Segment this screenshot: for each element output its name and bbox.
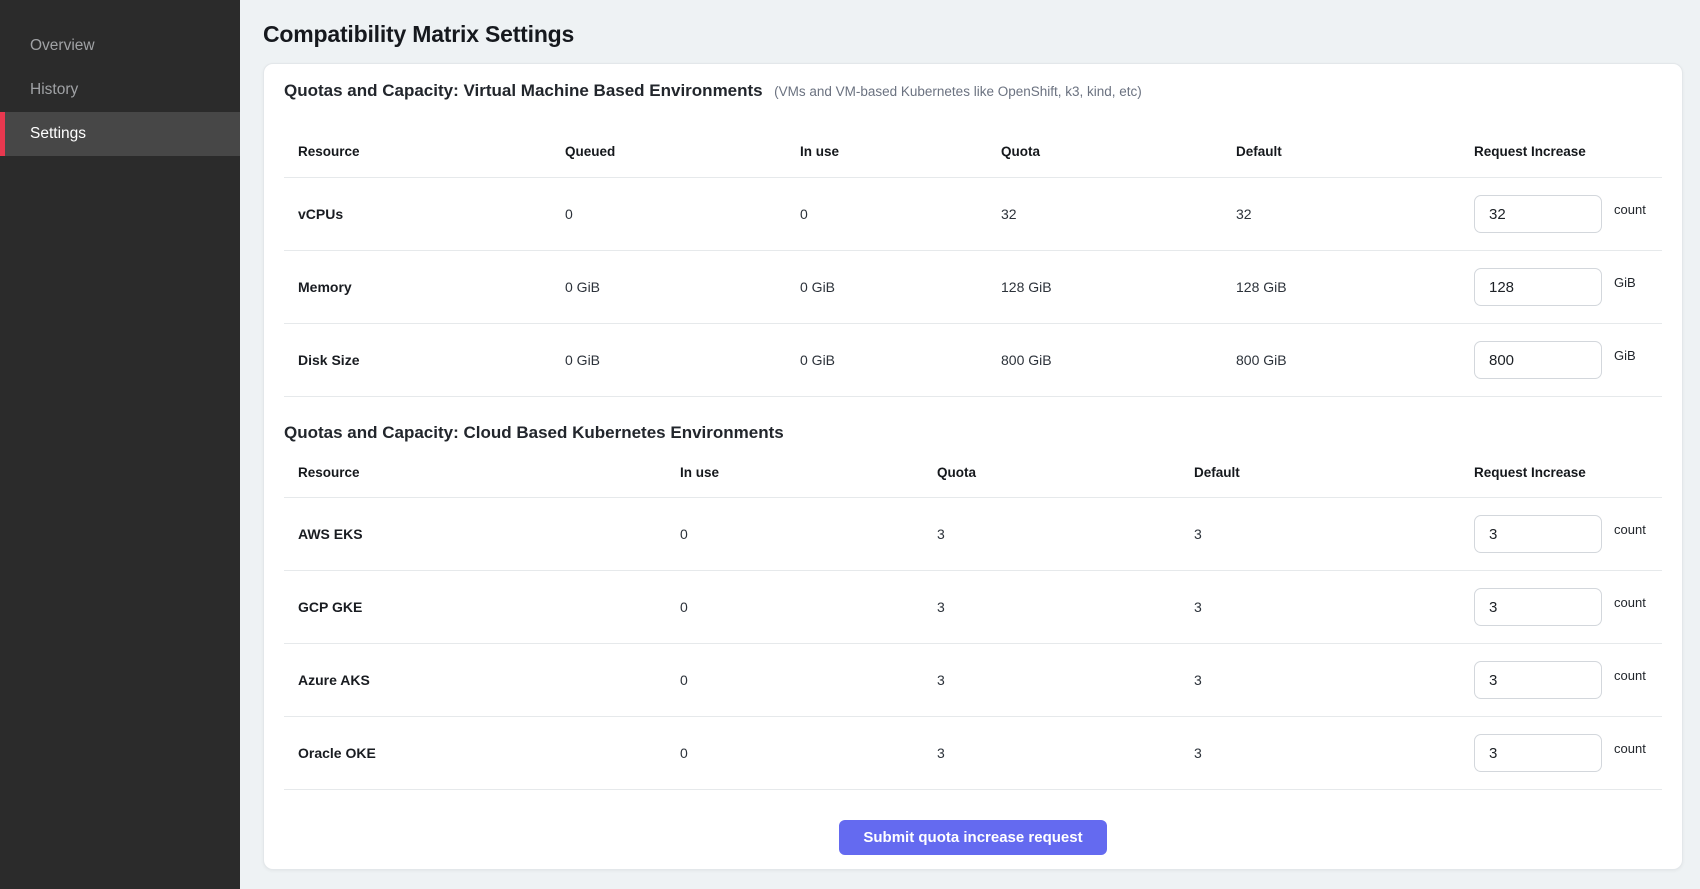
sidebar-item-settings[interactable]: Settings bbox=[0, 112, 240, 156]
cell-quota: 128 GiB bbox=[1001, 279, 1236, 295]
unit-label: count bbox=[1614, 522, 1646, 537]
cell-default: 3 bbox=[1194, 745, 1474, 761]
cell-quota: 3 bbox=[937, 599, 1194, 615]
cell-in-use: 0 GiB bbox=[800, 279, 1001, 295]
unit-label: count bbox=[1614, 668, 1646, 683]
unit-label: count bbox=[1614, 741, 1646, 756]
resource-name: Disk Size bbox=[298, 352, 565, 368]
vm-header-quota: Quota bbox=[1001, 143, 1236, 160]
table-row: Disk Size 0 GiB 0 GiB 800 GiB 800 GiB Gi… bbox=[284, 324, 1662, 397]
cell-queued: 0 GiB bbox=[565, 279, 800, 295]
submit-quota-increase-button[interactable]: Submit quota increase request bbox=[839, 820, 1106, 855]
vm-header-queued: Queued bbox=[565, 143, 800, 160]
cell-in-use: 0 bbox=[680, 526, 937, 542]
resource-name: AWS EKS bbox=[298, 526, 680, 542]
unit-label: GiB bbox=[1614, 275, 1636, 290]
sidebar: Overview History Settings bbox=[0, 0, 240, 889]
vm-section-heading: Quotas and Capacity: Virtual Machine Bas… bbox=[284, 64, 1662, 103]
cell-default: 3 bbox=[1194, 672, 1474, 688]
table-row: GCP GKE 0 3 3 count bbox=[284, 571, 1662, 644]
cell-default: 800 GiB bbox=[1236, 352, 1474, 368]
cell-quota: 3 bbox=[937, 672, 1194, 688]
page-title: Compatibility Matrix Settings bbox=[263, 20, 1683, 48]
resource-name: GCP GKE bbox=[298, 599, 680, 615]
cell-default: 3 bbox=[1194, 599, 1474, 615]
main-content: Compatibility Matrix Settings Quotas and… bbox=[240, 0, 1700, 889]
resource-name: Oracle OKE bbox=[298, 745, 680, 761]
request-increase-cell: count bbox=[1474, 588, 1662, 626]
sidebar-item-overview-label: Overview bbox=[30, 37, 95, 55]
unit-label: count bbox=[1614, 202, 1646, 217]
disk-size-request-input[interactable] bbox=[1474, 341, 1602, 379]
vm-table-header: Resource Queued In use Quota Default Req… bbox=[284, 143, 1662, 178]
sidebar-item-history-label: History bbox=[30, 81, 78, 99]
resource-name: vCPUs bbox=[298, 206, 565, 222]
cell-quota: 3 bbox=[937, 526, 1194, 542]
sidebar-item-overview[interactable]: Overview bbox=[0, 24, 240, 68]
cell-queued: 0 GiB bbox=[565, 352, 800, 368]
resource-name: Azure AKS bbox=[298, 672, 680, 688]
cell-default: 128 GiB bbox=[1236, 279, 1474, 295]
request-increase-cell: count bbox=[1474, 515, 1662, 553]
vm-header-resource: Resource bbox=[298, 143, 565, 160]
sidebar-item-history[interactable]: History bbox=[0, 68, 240, 112]
cell-in-use: 0 bbox=[800, 206, 1001, 222]
request-increase-cell: count bbox=[1474, 734, 1662, 772]
vm-section-subtitle: (VMs and VM-based Kubernetes like OpenSh… bbox=[774, 84, 1142, 99]
k8s-table-header: Resource In use Quota Default Request In… bbox=[284, 464, 1662, 498]
request-increase-cell: count bbox=[1474, 195, 1662, 233]
cell-in-use: 0 bbox=[680, 599, 937, 615]
k8s-section-heading: Quotas and Capacity: Cloud Based Kuberne… bbox=[284, 397, 1662, 445]
k8s-header-default: Default bbox=[1194, 464, 1474, 481]
table-row: AWS EKS 0 3 3 count bbox=[284, 498, 1662, 571]
cell-in-use: 0 GiB bbox=[800, 352, 1001, 368]
cell-default: 32 bbox=[1236, 206, 1474, 222]
vm-header-default: Default bbox=[1236, 143, 1474, 160]
unit-label: GiB bbox=[1614, 348, 1636, 363]
table-row: Azure AKS 0 3 3 count bbox=[284, 644, 1662, 717]
aws-eks-request-input[interactable] bbox=[1474, 515, 1602, 553]
memory-request-input[interactable] bbox=[1474, 268, 1602, 306]
cell-quota: 3 bbox=[937, 745, 1194, 761]
resource-name: Memory bbox=[298, 279, 565, 295]
request-increase-cell: GiB bbox=[1474, 341, 1662, 379]
sidebar-item-settings-label: Settings bbox=[30, 125, 86, 143]
request-increase-cell: GiB bbox=[1474, 268, 1662, 306]
azure-aks-request-input[interactable] bbox=[1474, 661, 1602, 699]
cell-in-use: 0 bbox=[680, 672, 937, 688]
vm-header-in-use: In use bbox=[800, 143, 1001, 160]
k8s-section-title: Quotas and Capacity: Cloud Based Kuberne… bbox=[284, 423, 784, 442]
vm-header-request-increase: Request Increase bbox=[1474, 143, 1662, 160]
request-increase-cell: count bbox=[1474, 661, 1662, 699]
oracle-oke-request-input[interactable] bbox=[1474, 734, 1602, 772]
cell-default: 3 bbox=[1194, 526, 1474, 542]
table-row: Oracle OKE 0 3 3 count bbox=[284, 717, 1662, 790]
k8s-header-in-use: In use bbox=[680, 464, 937, 481]
settings-card: Quotas and Capacity: Virtual Machine Bas… bbox=[263, 63, 1683, 870]
table-row: vCPUs 0 0 32 32 count bbox=[284, 178, 1662, 251]
vcpus-request-input[interactable] bbox=[1474, 195, 1602, 233]
vm-section-title: Quotas and Capacity: Virtual Machine Bas… bbox=[284, 81, 763, 100]
submit-row: Submit quota increase request bbox=[284, 820, 1662, 855]
unit-label: count bbox=[1614, 595, 1646, 610]
k8s-header-quota: Quota bbox=[937, 464, 1194, 481]
cell-quota: 32 bbox=[1001, 206, 1236, 222]
k8s-header-resource: Resource bbox=[298, 464, 680, 481]
table-row: Memory 0 GiB 0 GiB 128 GiB 128 GiB GiB bbox=[284, 251, 1662, 324]
cell-quota: 800 GiB bbox=[1001, 352, 1236, 368]
gcp-gke-request-input[interactable] bbox=[1474, 588, 1602, 626]
cell-in-use: 0 bbox=[680, 745, 937, 761]
cell-queued: 0 bbox=[565, 206, 800, 222]
k8s-header-request-increase: Request Increase bbox=[1474, 464, 1662, 481]
